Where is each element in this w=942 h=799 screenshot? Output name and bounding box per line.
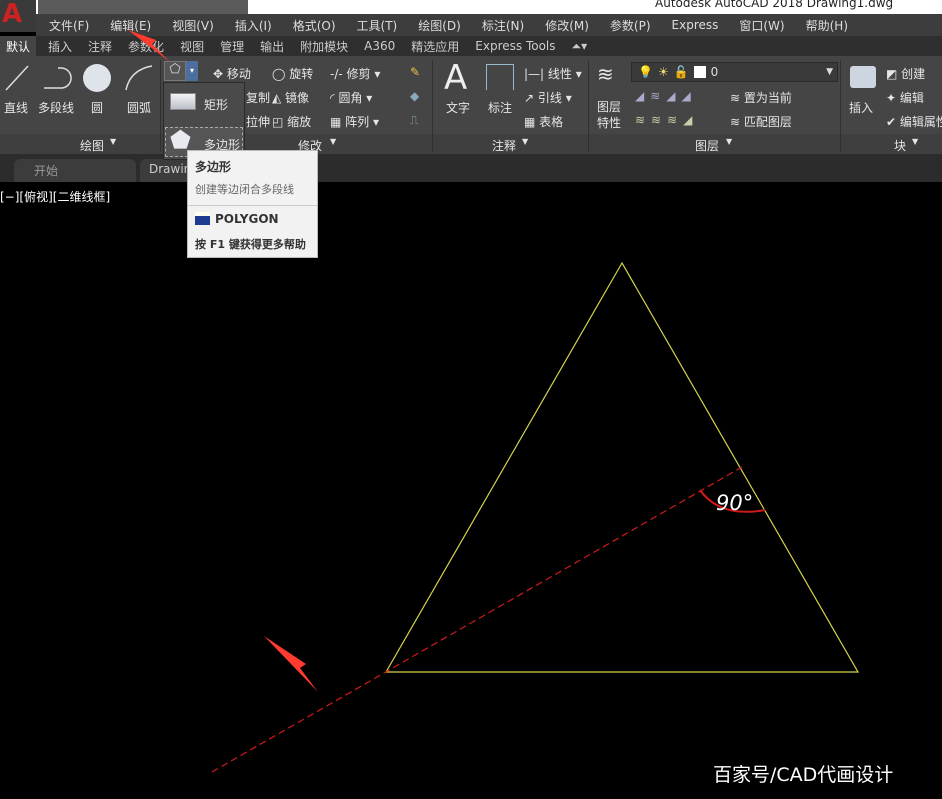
rectangle-tool[interactable]: 矩形 (204, 96, 228, 113)
divider (188, 205, 317, 206)
drawing-layer: 90° (128, 30, 860, 773)
command-icon (195, 212, 210, 225)
draw-flyout-menu: 矩形 ⬟ 多边形 (163, 82, 245, 160)
tooltip-title: 多边形 (195, 160, 232, 174)
tooltip-command: POLYGON (215, 212, 279, 226)
tooltip-help: 按 F1 键获得更多帮助 (195, 238, 306, 251)
red-arrow-top (128, 30, 170, 62)
dashed-line (211, 466, 743, 773)
tooltip-description: 创建等边闭合多段线 (195, 183, 294, 196)
angle-label: 90° (716, 491, 753, 515)
tooltip: 多边形 创建等边闭合多段线 POLYGON 按 F1 键获得更多帮助 (187, 150, 318, 258)
watermark: 百家号/CAD代画设计 (713, 764, 894, 786)
triangle (384, 261, 860, 673)
red-arrow-bottom (264, 636, 318, 692)
rectangle-icon (170, 93, 196, 110)
